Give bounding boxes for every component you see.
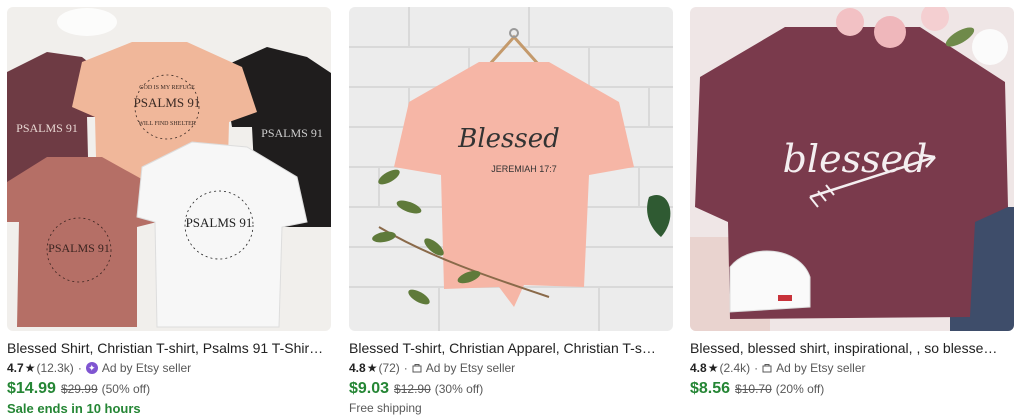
blessed-shirt-flatlay-image: blessed: [690, 7, 1014, 331]
listing-title[interactable]: Blessed T-shirt, Christian Apparel, Chri…: [349, 339, 673, 357]
shirt-print-text: JEREMIAH 17:7: [491, 164, 557, 174]
listing-card[interactable]: blessed Blessed, blessed shirt, inspirat…: [690, 7, 1014, 398]
separator: ·: [754, 361, 759, 375]
listing-title[interactable]: Blessed Shirt, Christian T-shirt, Psalms…: [7, 339, 331, 357]
listing-meta: 4.8 ★ (72) · Ad by Etsy seller: [349, 360, 673, 376]
shirt-print-text: PSALMS 91: [16, 121, 78, 135]
ad-icon: [412, 364, 422, 373]
star-seller-badge-icon: ✦: [85, 362, 98, 374]
shirt-on-hanger-image: Blessed JEREMIAH 17:7: [349, 7, 673, 331]
listing-card[interactable]: Blessed JEREMIAH 17:7 Blessed T-shirt, C…: [349, 7, 673, 415]
ad-icon: [762, 364, 772, 373]
discount-label: (20% off): [775, 382, 825, 396]
shirt-print-text: PSALMS 91: [48, 241, 110, 255]
seller-label: Ad by Etsy seller: [101, 361, 192, 375]
sale-price: $9.03: [349, 380, 390, 397]
star-icon: ★: [24, 361, 36, 375]
shirt-print-text: GOD IS MY REFUGE: [139, 85, 195, 91]
listing-image[interactable]: blessed: [690, 7, 1014, 331]
star-icon: ★: [366, 361, 378, 375]
separator: ·: [77, 361, 82, 375]
listing-title[interactable]: Blessed, blessed shirt, inspirational, ,…: [690, 339, 1014, 357]
price-row: $9.03 $12.90 (30% off): [349, 380, 673, 398]
seller-label: Ad by Etsy seller: [776, 361, 866, 375]
price-row: $14.99 $29.99 (50% off): [7, 380, 331, 398]
shirt-print-text: PSALMS 91: [134, 95, 201, 110]
free-shipping-label: Free shipping: [349, 401, 422, 415]
shirt-print-text: PSALMS 91: [186, 215, 253, 230]
price-row: $8.56 $10.70 (20% off): [690, 380, 1014, 398]
shirt-collage-image: PSALMS 91 GOD IS MY REFUGE WILL FIND SHE…: [7, 7, 331, 331]
rating-value: 4.8: [349, 361, 366, 375]
sale-ends-label: Sale ends in 10 hours: [7, 401, 141, 416]
sale-price: $8.56: [690, 380, 731, 397]
shirt-print-text: PSALMS 91: [261, 126, 323, 140]
shirt-print-text: WILL FIND SHELTER: [138, 121, 196, 127]
seller-label: Ad by Etsy seller: [425, 361, 516, 375]
listing-image[interactable]: PSALMS 91 GOD IS MY REFUGE WILL FIND SHE…: [7, 7, 331, 331]
rating-value: 4.7: [7, 361, 24, 375]
listing-meta: 4.8 ★ (2.4k) · Ad by Etsy seller: [690, 360, 1014, 376]
shirt-print-text: blessed: [783, 137, 928, 181]
listing-grid: PSALMS 91 GOD IS MY REFUGE WILL FIND SHE…: [0, 0, 1024, 416]
review-count: (2.4k): [719, 361, 751, 375]
discount-label: (50% off): [101, 382, 151, 396]
original-price: $12.90: [394, 382, 431, 396]
review-count: (12.3k): [36, 361, 74, 375]
listing-card[interactable]: PSALMS 91 GOD IS MY REFUGE WILL FIND SHE…: [7, 7, 331, 416]
listing-image[interactable]: Blessed JEREMIAH 17:7: [349, 7, 673, 331]
separator: ·: [403, 361, 408, 375]
original-price: $10.70: [735, 382, 772, 396]
rating-value: 4.8: [690, 361, 707, 375]
original-price: $29.99: [60, 382, 98, 396]
sale-price: $14.99: [7, 380, 56, 397]
shirt-print-text: Blessed: [457, 124, 560, 154]
review-count: (72): [378, 361, 400, 375]
star-icon: ★: [707, 361, 719, 375]
listing-meta: 4.7 ★ (12.3k) · ✦ Ad by Etsy seller: [7, 360, 331, 376]
discount-label: (30% off): [434, 382, 484, 396]
